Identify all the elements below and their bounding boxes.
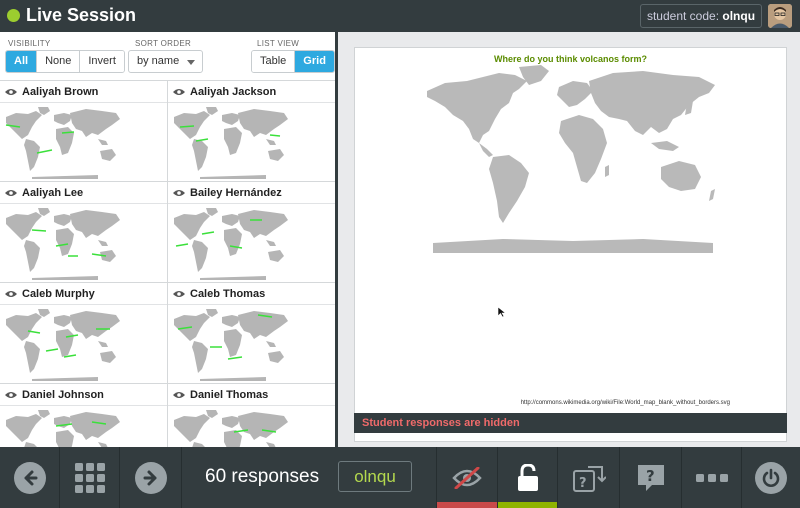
- eye-icon[interactable]: [173, 391, 185, 399]
- visibility-invert-button[interactable]: Invert: [80, 51, 124, 72]
- student-code-value: olnqu: [722, 9, 756, 23]
- more-dots-icon: [695, 473, 728, 482]
- student-card[interactable]: Caleb Thomas: [168, 283, 335, 384]
- student-map-thumbnail: [2, 408, 128, 447]
- top-bar: Live Session student code: olnqu: [0, 0, 800, 32]
- student-card[interactable]: Caleb Murphy: [0, 283, 168, 384]
- student-map-thumbnail: [170, 307, 296, 382]
- student-map-thumbnail: [2, 307, 128, 382]
- eye-icon[interactable]: [5, 189, 17, 197]
- image-credit: http://commons.wikimedia.org/wiki/File:W…: [520, 400, 730, 406]
- help-button[interactable]: ?: [620, 447, 682, 508]
- visibility-none-button[interactable]: None: [37, 51, 81, 72]
- student-code-label: student code:: [646, 9, 720, 23]
- question-bubble-icon: ?: [637, 464, 664, 491]
- student-code-badge: student code: olnqu: [640, 4, 762, 28]
- visibility-label: VISIBILITY: [8, 39, 51, 48]
- eye-icon[interactable]: [173, 290, 185, 298]
- power-icon: [755, 461, 787, 494]
- responses-panel: VISIBILITY All None Invert SORT ORDER by…: [0, 32, 338, 447]
- student-map-thumbnail: [170, 105, 296, 180]
- unlocked-icon: [517, 463, 538, 491]
- mouse-pointer-icon: [497, 306, 507, 318]
- table-view-button[interactable]: Table: [252, 51, 296, 72]
- swap-slide-button[interactable]: ?: [558, 447, 620, 508]
- eye-icon[interactable]: [5, 88, 17, 96]
- sort-order-label: SORT ORDER: [135, 39, 192, 48]
- svg-text:?: ?: [646, 467, 655, 485]
- world-map: [427, 65, 715, 253]
- previous-button[interactable]: [0, 447, 60, 508]
- page-title: Live Session: [26, 5, 137, 25]
- session-code-badge: olnqu: [338, 461, 412, 492]
- student-name: Bailey Hernández: [190, 186, 282, 199]
- lock-button[interactable]: [498, 447, 558, 508]
- student-card[interactable]: Aaliyah Brown: [0, 81, 168, 182]
- student-map-thumbnail: [170, 206, 296, 281]
- student-card[interactable]: Daniel Thomas: [168, 384, 335, 447]
- grid-view-button[interactable]: Grid: [295, 51, 334, 72]
- visibility-all-button[interactable]: All: [6, 51, 38, 72]
- grid-icon: [74, 462, 105, 493]
- eye-icon[interactable]: [173, 88, 185, 96]
- bottom-toolbar: 60 responses olnqu ? ?: [0, 447, 800, 508]
- svg-text:?: ?: [579, 476, 587, 491]
- eye-hidden-icon: [452, 466, 482, 489]
- student-name: Caleb Thomas: [190, 287, 266, 300]
- slide-panel: Where do you think volcanos form? http:/…: [341, 32, 800, 447]
- response-count: 60 responses: [205, 466, 320, 487]
- slide-canvas[interactable]: Where do you think volcanos form? http:/…: [354, 47, 787, 442]
- eye-icon[interactable]: [5, 391, 17, 399]
- slide-grid-button[interactable]: [60, 447, 120, 508]
- live-indicator-icon: [7, 9, 20, 22]
- student-card[interactable]: Daniel Johnson: [0, 384, 168, 447]
- student-map-thumbnail: [5, 105, 128, 180]
- status-banner: Student responses are hidden: [354, 413, 787, 433]
- list-view-toggle: Table Grid: [251, 50, 335, 73]
- student-card[interactable]: Aaliyah Jackson: [168, 81, 335, 182]
- next-button[interactable]: [120, 447, 182, 508]
- arrow-right-icon: [134, 461, 167, 494]
- question-swap-icon: ?: [572, 465, 606, 492]
- student-grid: Aaliyah Brown Aaliyah Jackson Aaliyah Le…: [0, 80, 335, 447]
- list-view-label: LIST VIEW: [257, 39, 300, 48]
- more-button[interactable]: [682, 447, 742, 508]
- student-map-thumbnail: [170, 408, 296, 447]
- avatar[interactable]: [768, 4, 792, 28]
- student-name: Daniel Thomas: [190, 388, 269, 401]
- end-session-button[interactable]: [742, 447, 800, 508]
- student-name: Aaliyah Jackson: [190, 85, 277, 98]
- student-card[interactable]: Bailey Hernández: [168, 182, 335, 283]
- student-map-thumbnail: [2, 206, 128, 281]
- eye-icon[interactable]: [173, 189, 185, 197]
- unlocked-indicator-stripe: [498, 502, 557, 508]
- eye-icon[interactable]: [5, 290, 17, 298]
- visibility-toggle: All None Invert: [5, 50, 125, 73]
- sort-order-value: by name: [137, 55, 180, 67]
- student-name: Aaliyah Brown: [22, 85, 99, 98]
- student-name: Caleb Murphy: [22, 287, 95, 300]
- sort-order-select[interactable]: by name: [128, 50, 203, 73]
- hidden-indicator-stripe: [437, 502, 497, 508]
- student-card[interactable]: Aaliyah Lee: [0, 182, 168, 283]
- arrow-left-icon: [13, 461, 46, 494]
- chevron-down-icon: [187, 60, 195, 65]
- toggle-visibility-button[interactable]: [436, 447, 498, 508]
- student-name: Aaliyah Lee: [22, 186, 84, 199]
- student-name: Daniel Johnson: [22, 388, 104, 401]
